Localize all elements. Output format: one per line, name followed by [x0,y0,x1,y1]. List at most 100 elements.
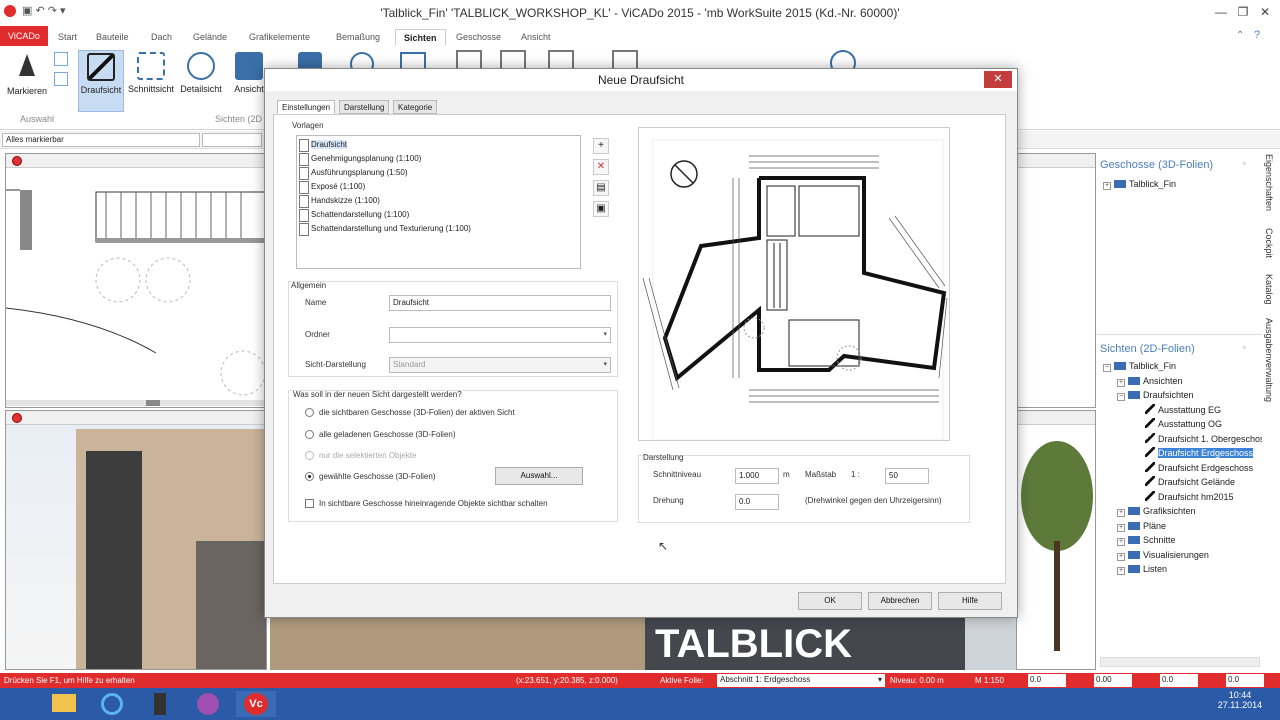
dialog-tab-kategorie[interactable]: Kategorie [393,100,438,114]
schnittniveau-input[interactable]: 1.000 [735,468,779,484]
tab-gelaende[interactable]: Gelände [185,29,235,45]
status-field-2[interactable]: 0.00 [1094,674,1132,687]
option-radio-selektiert[interactable] [305,451,314,460]
tab-ansicht[interactable]: Ansicht [513,29,559,45]
abbrechen-button[interactable]: Abbrechen [868,592,932,610]
tree-item-view[interactable]: Ausstattung EG [1145,403,1280,418]
expand-icon[interactable]: + [1117,567,1125,575]
side-tab-ausgabenverwaltung[interactable]: Ausgabenverwaltung [1264,318,1274,402]
expand-icon[interactable]: + [1117,538,1125,546]
collapse-icon[interactable]: − [1103,364,1111,372]
vorlage-item[interactable]: Draufsicht [297,138,580,152]
tab-bauteile[interactable]: Bauteile [88,29,137,45]
viewport-render[interactable] [5,410,267,670]
dialog-close-button[interactable]: ✕ [984,71,1012,88]
tab-start[interactable]: Start [50,29,85,45]
expand-icon[interactable]: + [1117,509,1125,517]
minimize-button[interactable]: — [1210,4,1232,20]
drehung-input[interactable]: 0.0 [735,494,779,510]
close-window-button[interactable]: ✕ [1254,4,1276,20]
tree-item-view[interactable]: Draufsicht Gelände [1145,475,1280,490]
expand-icon[interactable]: + [1103,182,1111,190]
markieren-button[interactable]: Markieren [4,50,50,112]
option-radio-gewaehlt[interactable] [305,472,314,481]
status-field-3[interactable]: 0.0 [1160,674,1198,687]
viewport-right-render[interactable] [1016,410,1096,670]
paint-icon[interactable] [188,691,228,717]
tree-item-view-selected[interactable]: Draufsicht Erdgeschoss [1145,446,1280,461]
collapse-ribbon-icon[interactable]: ⌃ [1236,30,1244,41]
side-tab-katalog[interactable]: Katalog [1264,274,1274,305]
status-field-1[interactable]: 0.0 [1028,674,1066,687]
massstab-input[interactable]: 50 [885,468,929,484]
tree-item-ansichten[interactable]: + Ansichten [1117,374,1275,389]
viewport-plan[interactable] [5,153,267,408]
ordner-select[interactable]: ▾ [389,327,611,343]
dialog-tab-darstellung[interactable]: Darstellung [339,100,390,114]
vorlage-item[interactable]: Schattendarstellung (1:100) [297,208,580,222]
help-icon[interactable]: ? [1254,29,1260,41]
tree-item-visualisierungen[interactable]: + Visualisierungen [1117,548,1275,563]
hineinragende-checkbox[interactable] [305,499,314,508]
tab-geschosse[interactable]: Geschosse [448,29,509,45]
sichten-pin-icon[interactable]: ▫ [1243,343,1246,352]
tree-item-view[interactable]: Draufsicht 1. Obergeschoss [1145,432,1280,447]
tab-bemassung[interactable]: Bemaßung [328,29,388,45]
select-small-icon[interactable] [54,52,68,66]
geschosse-root[interactable]: + Talblick_Fin [1103,177,1176,192]
expand-icon[interactable]: + [1117,378,1125,387]
schnittsicht-button[interactable]: Schnittsicht [128,50,174,112]
tree-item-view[interactable]: Ausstattung OG [1145,417,1280,432]
vorlage-item[interactable]: Schattendarstellung und Texturierung (1:… [297,222,580,236]
hilfe-button[interactable]: Hilfe [938,592,1002,610]
tree-item-view[interactable]: Draufsicht Erdgeschoss [1145,461,1280,476]
tree-item-plaene[interactable]: + Pläne [1117,519,1275,534]
vorlagen-list[interactable]: Draufsicht Genehmigungsplanung (1:100) A… [296,135,581,269]
vorlage-item[interactable]: Genehmigungsplanung (1:100) [297,152,580,166]
side-tab-cockpit[interactable]: Cockpit [1264,228,1274,258]
new-template-icon[interactable]: + [593,138,609,154]
vicado-taskbar-icon[interactable]: Vc [236,691,276,717]
tab-app-menu[interactable]: ViCADo [0,26,48,46]
panel-scrollbar[interactable] [1100,657,1260,667]
expand-icon[interactable]: + [1117,523,1125,532]
status-field-4[interactable]: 0.0 [1226,674,1264,687]
save-template-icon[interactable]: ▣ [593,201,609,217]
expand-icon[interactable]: + [1117,552,1125,561]
ok-button[interactable]: OK [798,592,862,610]
selection-filter-combo[interactable]: Alles markierbar [2,133,200,147]
delete-template-icon[interactable]: ✕ [593,159,609,175]
draufsicht-button[interactable]: Draufsicht [78,50,124,112]
viewport-right-top[interactable] [1016,153,1096,408]
collapse-icon[interactable]: − [1117,393,1125,401]
vorlage-item[interactable]: Exposé (1:100) [297,180,580,194]
tab-grafikelemente[interactable]: Grafikelemente [241,29,318,45]
tree-item-view[interactable]: Draufsicht hm2015 [1145,490,1280,505]
dialog-tab-einstellungen[interactable]: Einstellungen [277,100,336,114]
option-radio-sichtbar[interactable] [305,408,314,417]
clock[interactable]: 10:44 27.11.2014 [1200,690,1280,710]
vorlage-item[interactable]: Ausführungsplanung (1:50) [297,166,580,180]
tree-item-draufsichten[interactable]: − Draufsichten [1117,388,1275,403]
edit-template-icon[interactable]: ▤ [593,180,609,196]
internet-explorer-icon[interactable] [92,691,132,717]
active-folie-select[interactable]: Abschnitt 1: Erdgeschoss ▾ [717,674,885,687]
option-radio-alle[interactable] [305,430,314,439]
restore-button[interactable]: ❐ [1232,4,1254,20]
name-input[interactable]: Draufsicht [389,295,611,311]
file-explorer-icon[interactable] [44,691,84,717]
detailsicht-button[interactable]: Detailsicht [178,50,224,112]
auswahl-button[interactable]: Auswahl... [495,467,583,485]
tab-sichten[interactable]: Sichten [395,29,446,45]
tool-icon[interactable] [140,691,180,717]
secondary-combo[interactable] [202,133,262,147]
tab-dach[interactable]: Dach [143,29,180,45]
tree-item-schnitte[interactable]: + Schnitte [1117,533,1275,548]
tree-item-listen[interactable]: + Listen [1117,562,1275,577]
sichtdarstellung-select[interactable]: Standard ▾ [389,357,611,373]
sichten-root[interactable]: − Talblick_Fin [1103,359,1261,374]
vorlage-item[interactable]: Handskizze (1:100) [297,194,580,208]
tree-item-grafiksichten[interactable]: + Grafiksichten [1117,504,1275,519]
geschosse-pin-icon[interactable]: ▫ [1243,159,1246,168]
side-tab-eigenschaften[interactable]: Eigenschaften [1264,154,1274,211]
